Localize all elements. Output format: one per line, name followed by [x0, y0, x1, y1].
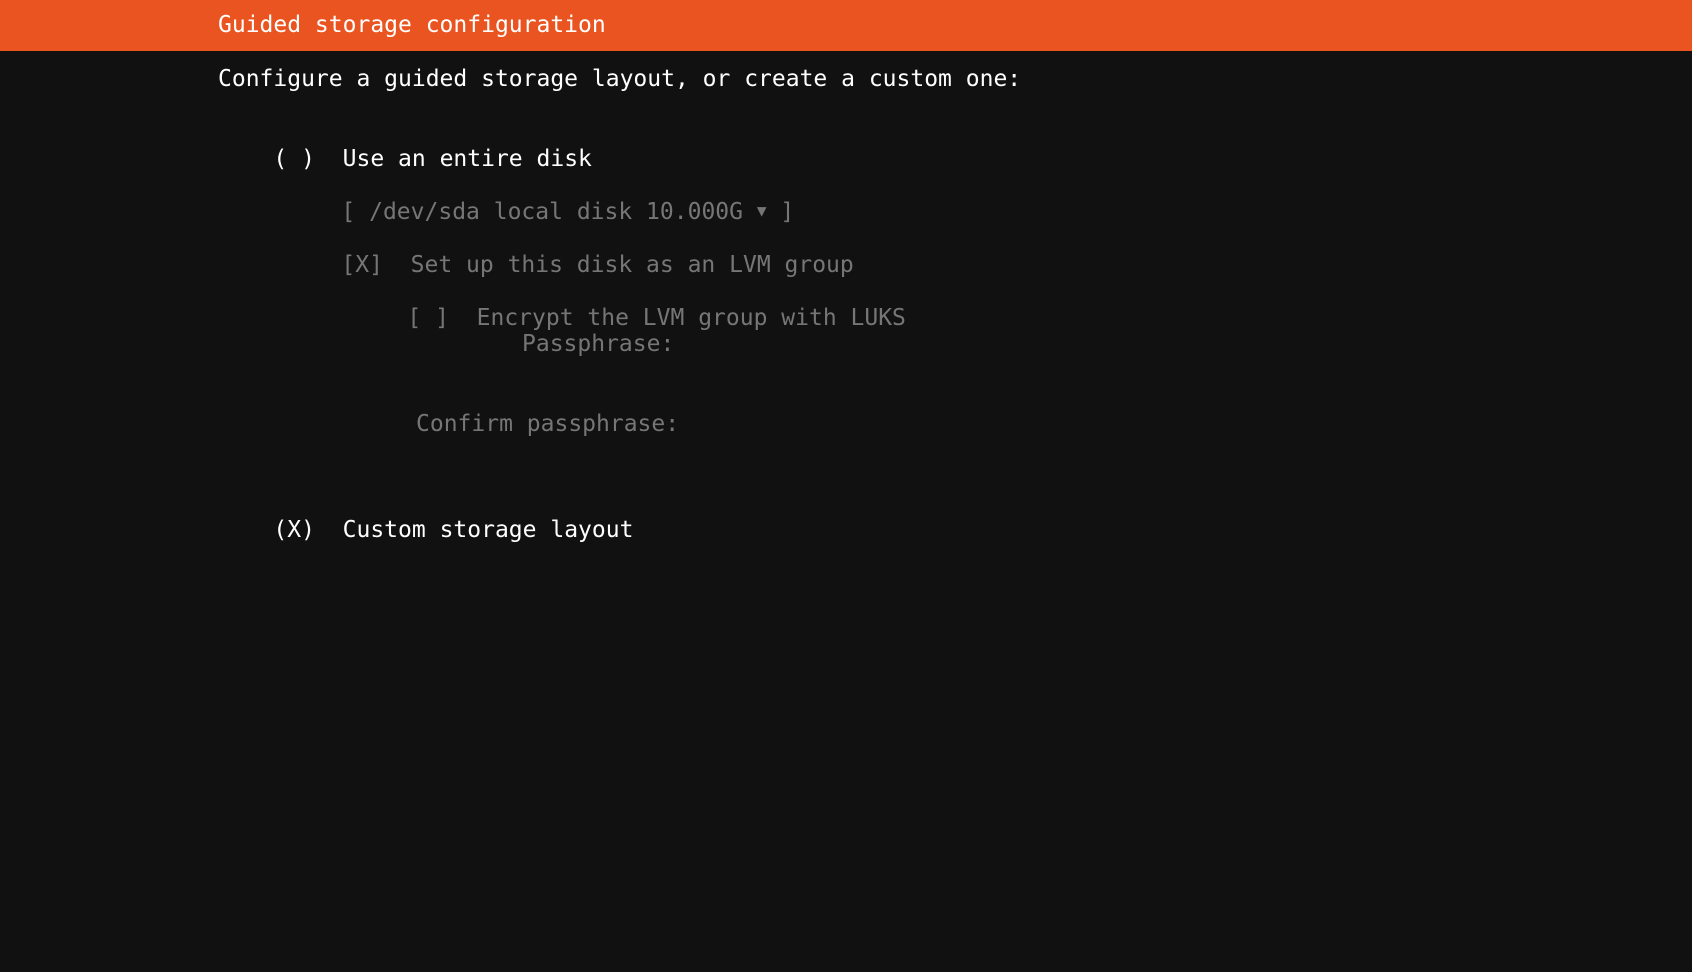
luks-label: Encrypt the LVM group with LUKS: [476, 305, 906, 331]
chevron-down-icon: ▼: [756, 201, 767, 220]
installer-screen: Guided storage configuration Configure a…: [0, 0, 1692, 972]
disk-select-close-bracket: ]: [780, 199, 795, 225]
disk-select-value: /dev/sda local disk 10.000G: [369, 199, 743, 225]
custom-layout-radio[interactable]: (X): [273, 517, 315, 543]
lvm-checkbox[interactable]: [X]: [341, 252, 383, 278]
luks-checkbox[interactable]: [ ]: [407, 305, 449, 331]
entire-disk-label: Use an entire disk: [342, 146, 592, 172]
entire-disk-radio[interactable]: ( ): [273, 146, 315, 172]
lvm-label: Set up this disk as an LVM group: [410, 252, 854, 278]
custom-layout-option[interactable]: (X) Custom storage layout: [218, 490, 633, 571]
intro-text: Configure a guided storage layout, or cr…: [218, 66, 1022, 92]
page-title: Guided storage configuration: [218, 12, 606, 38]
custom-layout-label: Custom storage layout: [342, 517, 634, 543]
confirm-passphrase-label: Confirm passphrase:: [416, 411, 680, 437]
passphrase-label: Passphrase:: [522, 331, 675, 357]
title-bar: Guided storage configuration: [0, 0, 1692, 51]
disk-select-open-bracket: [: [341, 199, 356, 225]
